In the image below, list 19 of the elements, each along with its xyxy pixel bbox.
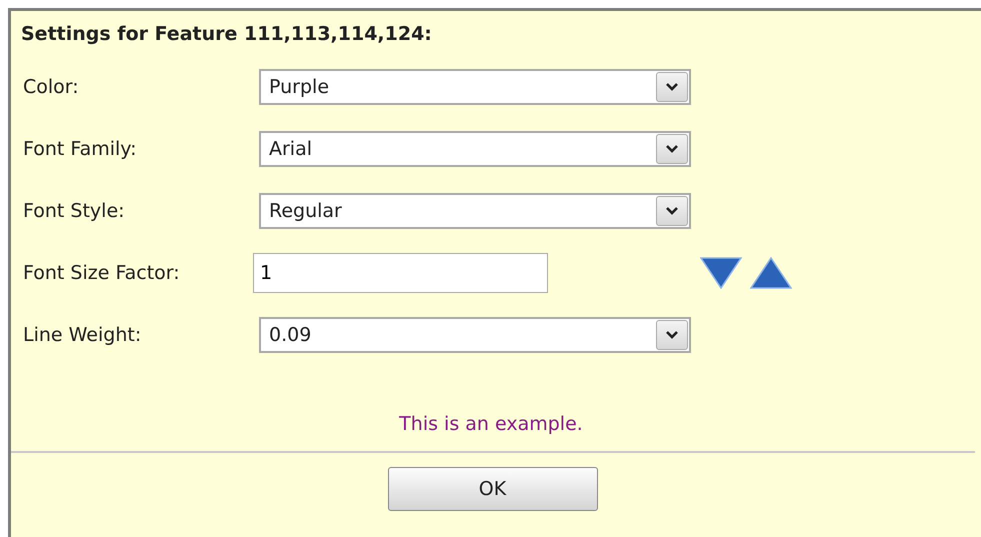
field-label: Font Size Factor: (23, 262, 181, 284)
dropdown[interactable]: Regular (259, 193, 691, 229)
example-text: This is an example. (398, 413, 584, 435)
dropdown[interactable]: Purple (259, 69, 691, 105)
dropdown[interactable]: 0.09 (259, 317, 691, 353)
input-field[interactable]: 1 (253, 253, 548, 293)
field-label: Line Weight: (23, 324, 142, 346)
dropdown[interactable]: Arial (259, 131, 691, 167)
triangle-up-icon[interactable] (750, 257, 792, 289)
chevron-icon[interactable] (656, 72, 688, 102)
chevron-icon[interactable] (656, 320, 688, 350)
triangle-down-icon[interactable] (700, 257, 742, 289)
field-label: Color: (23, 76, 80, 98)
field-label: Font Family: (23, 138, 138, 160)
dialog-title: Settings for Feature 111,113,114,124: (20, 22, 433, 47)
field-label: Font Style: (23, 200, 126, 222)
chevron-icon[interactable] (656, 196, 688, 226)
chevron-icon[interactable] (656, 134, 688, 164)
ok-button[interactable]: OK (388, 467, 598, 511)
